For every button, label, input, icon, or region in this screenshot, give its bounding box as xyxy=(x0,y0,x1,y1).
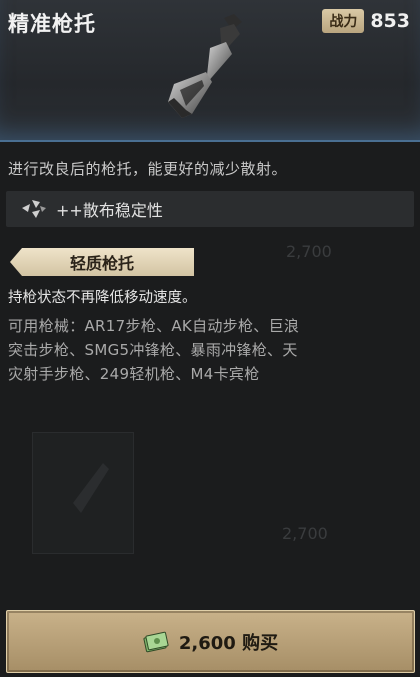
ghost-stock-icon xyxy=(73,463,109,513)
weapons-line: 突击步枪、SMG5冲锋枪、暴雨冲锋枪、天 xyxy=(8,341,298,359)
ghost-item-card xyxy=(32,432,134,554)
weapons-line: 灾射手步枪、249轻机枪、M4卡宾枪 xyxy=(8,365,260,383)
item-title: 精准枪托 xyxy=(8,12,96,36)
buy-button[interactable]: 2,600 购买 xyxy=(6,610,415,673)
weapons-line: 可用枪械：AR17步枪、AK自动步枪、巨浪 xyxy=(8,317,300,335)
ghost-price-2: 2,700 xyxy=(282,524,328,543)
buy-label: 2,600 购买 xyxy=(178,632,279,654)
stat-text: ++散布稳定性 xyxy=(56,201,163,220)
power-label: 战力 xyxy=(322,9,365,33)
ghost-price: 2,700 xyxy=(286,242,332,261)
stock-icon xyxy=(168,14,242,118)
item-description: 进行改良后的枪托，能更好的减少散射。 xyxy=(8,160,288,178)
sub-item-tab[interactable]: 轻质枪托 xyxy=(8,248,196,276)
power-rating: 战力 853 xyxy=(322,9,410,33)
spread-icon xyxy=(22,200,46,218)
item-header: 精准枪托 战力 853 xyxy=(0,0,420,142)
stat-row: ++散布稳定性 xyxy=(6,191,414,227)
sub-item-description: 持枪状态不再降低移动速度。 xyxy=(8,290,197,306)
sub-item-name: 轻质枪托 xyxy=(69,254,134,273)
cash-icon xyxy=(143,631,169,652)
power-value: 853 xyxy=(370,10,410,32)
compatible-weapons: 可用枪械：AR17步枪、AK自动步枪、巨浪 突击步枪、SMG5冲锋枪、暴雨冲锋枪… xyxy=(8,314,413,386)
